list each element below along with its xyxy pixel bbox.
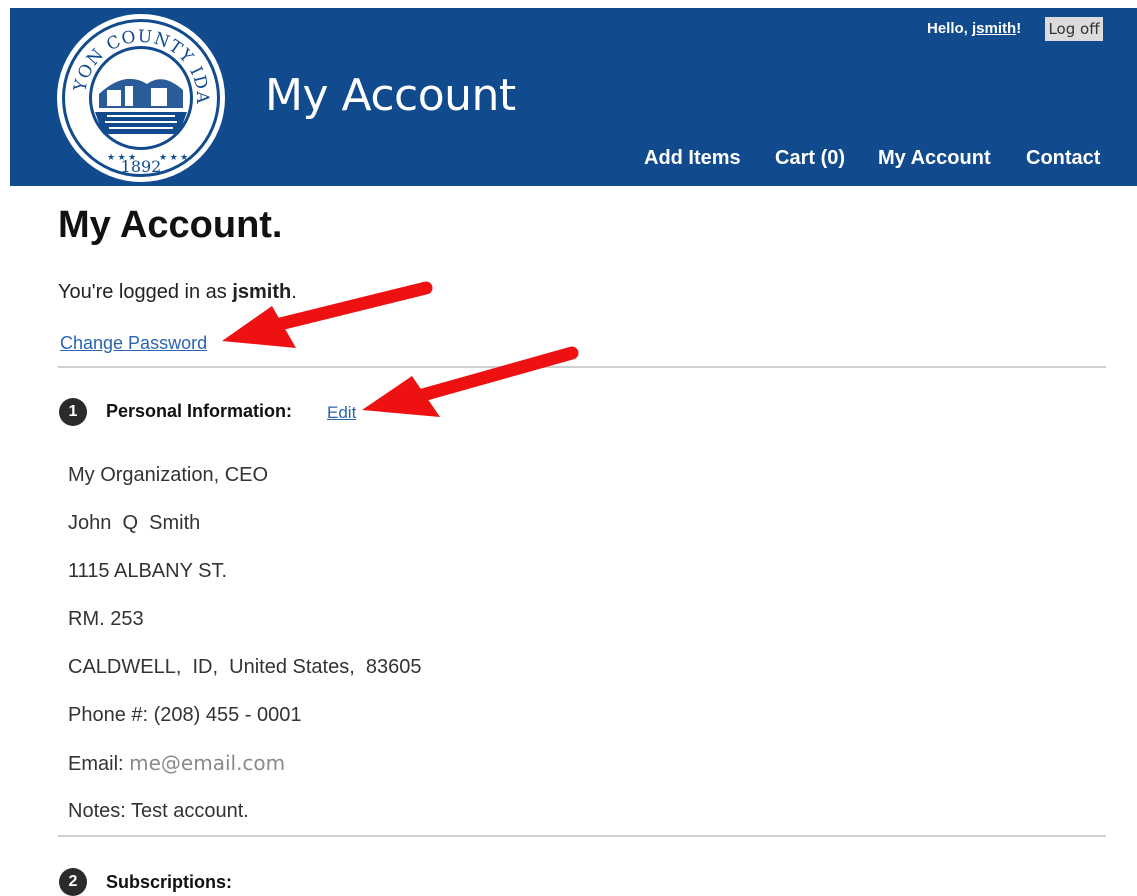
logged-in-suffix: .: [291, 281, 297, 303]
email-value: me@email.com: [129, 751, 286, 775]
nav-contact[interactable]: Contact: [1026, 147, 1100, 170]
greeting-suffix: !: [1016, 20, 1022, 37]
site-title: My Account: [265, 70, 516, 121]
info-address-line-2: RM. 253: [68, 608, 144, 630]
divider: [58, 366, 1106, 368]
county-seal-logo[interactable]: CANYON COUNTY IDAHO 1892 ★ ★ ★ ★ ★ ★: [55, 12, 227, 184]
info-notes: Notes: Test account.: [68, 800, 249, 822]
user-greeting: Hello, jsmith!: [927, 20, 1021, 37]
info-phone: Phone #: (208) 455 - 0001: [68, 704, 302, 726]
divider: [58, 835, 1106, 837]
nav-cart[interactable]: Cart (0): [775, 147, 845, 170]
info-organization: My Organization, CEO: [68, 464, 269, 486]
step-number-badge: 2: [59, 868, 87, 896]
personal-info-title: Personal Information:: [106, 401, 293, 421]
info-city-state-zip: CALDWELL, ID, United States, 83605: [68, 656, 422, 678]
log-off-button[interactable]: Log off: [1045, 17, 1103, 41]
info-email: Email: me@email.com: [68, 751, 285, 776]
username-link[interactable]: jsmith: [972, 20, 1016, 37]
nav-my-account[interactable]: My Account: [878, 147, 991, 170]
logged-in-status: You're logged in as jsmith.: [58, 281, 297, 304]
site-header: CANYON COUNTY IDAHO 1892 ★ ★ ★ ★ ★ ★ My …: [10, 8, 1137, 186]
info-name: John Q Smith: [68, 512, 201, 534]
info-address-line-1: 1115 ALBANY ST.: [68, 560, 227, 582]
annotation-arrow-edit: [362, 346, 579, 417]
nav-add-items[interactable]: Add Items: [644, 147, 741, 170]
subscriptions-title: Subscriptions:: [106, 872, 233, 892]
svg-text:★ ★ ★: ★ ★ ★: [159, 152, 188, 162]
top-strip: [0, 0, 1137, 8]
page-heading: My Account.: [58, 204, 283, 246]
logged-in-prefix: You're logged in as: [58, 281, 233, 303]
logged-in-user: jsmith: [232, 281, 292, 303]
greeting-prefix: Hello,: [927, 20, 973, 37]
change-password-link[interactable]: Change Password: [60, 333, 207, 354]
email-label: Email:: [68, 753, 130, 775]
step-number-badge: 1: [59, 398, 87, 426]
edit-personal-info-link[interactable]: Edit: [327, 403, 356, 423]
svg-text:★ ★ ★: ★ ★ ★: [107, 152, 136, 162]
